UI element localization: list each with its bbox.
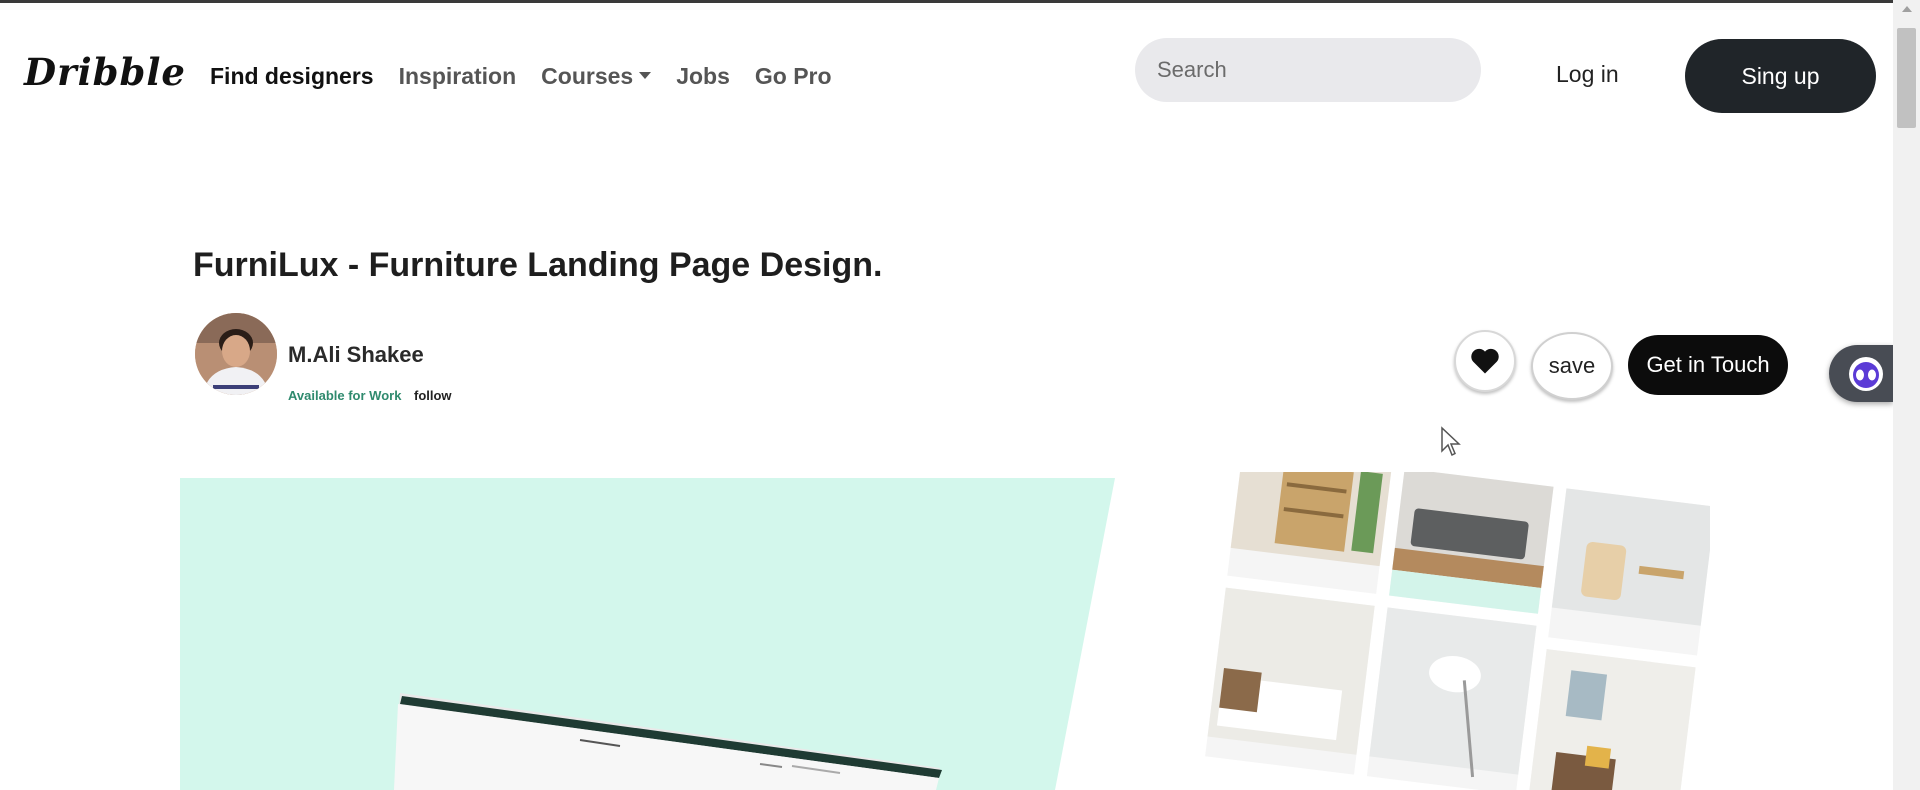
author-name[interactable]: M.Ali Shakee — [288, 342, 424, 368]
chatbot-icon — [1849, 357, 1883, 391]
signup-button[interactable]: Sing up — [1685, 39, 1876, 113]
scrollbar-thumb[interactable] — [1897, 28, 1916, 128]
follow-link[interactable]: follow — [414, 388, 452, 403]
avatar-photo — [195, 313, 277, 395]
save-button[interactable]: save — [1531, 332, 1613, 400]
nav-courses[interactable]: Courses — [541, 63, 652, 90]
get-in-touch-button[interactable]: Get in Touch — [1628, 335, 1788, 395]
product-grid-image — [1205, 472, 1710, 790]
mouse-cursor-icon — [1441, 426, 1461, 457]
shot-preview-product-grid — [1170, 472, 1710, 790]
nav-go-pro[interactable]: Go Pro — [755, 63, 832, 90]
site-header: Dribble Find designers Inspiration Cours… — [0, 3, 1893, 145]
author-avatar[interactable] — [195, 313, 277, 395]
nav-jobs[interactable]: Jobs — [676, 63, 730, 90]
main-nav: Find designers Inspiration Courses Jobs … — [210, 63, 857, 90]
hero-mockup-image — [180, 478, 1115, 790]
dribbble-logo[interactable]: Dribble — [24, 50, 186, 94]
nav-find-designers[interactable]: Find designers — [210, 63, 374, 90]
nav-inspiration[interactable]: Inspiration — [399, 63, 517, 90]
search-input[interactable] — [1135, 38, 1481, 102]
login-link[interactable]: Log in — [1556, 61, 1619, 88]
availability-badge[interactable]: Available for Work — [288, 388, 401, 403]
chat-widget-button[interactable] — [1829, 345, 1893, 402]
shot-title: FurniLux - Furniture Landing Page Design… — [193, 246, 883, 284]
nav-courses-label: Courses — [541, 63, 634, 89]
caret-down-icon — [639, 72, 652, 80]
heart-icon — [1471, 348, 1499, 374]
scrollbar[interactable] — [1893, 0, 1920, 790]
shot-preview-hero — [180, 478, 1115, 790]
scroll-up-arrow-icon[interactable] — [1902, 6, 1912, 12]
like-button[interactable] — [1454, 330, 1516, 392]
